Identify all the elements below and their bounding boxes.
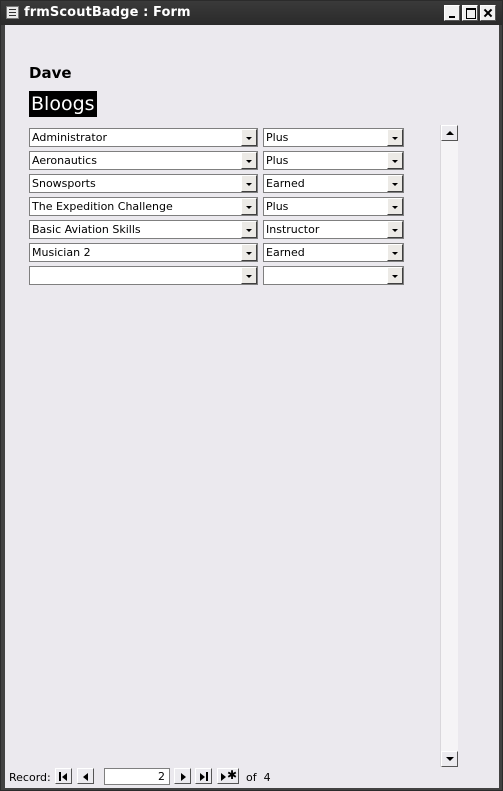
close-button[interactable] bbox=[480, 5, 496, 21]
previous-record-icon bbox=[83, 773, 88, 781]
level-combo[interactable]: Earned bbox=[263, 243, 404, 262]
dropdown-arrow-icon[interactable] bbox=[387, 244, 403, 261]
new-record-icon bbox=[221, 773, 226, 781]
next-record-icon bbox=[181, 773, 186, 781]
level-combo[interactable]: Earned bbox=[263, 174, 404, 193]
form-body: Dave Bloogs Administrator Plus Aeronauti… bbox=[5, 25, 499, 788]
level-combo[interactable]: Plus bbox=[263, 151, 404, 170]
minimize-button[interactable] bbox=[444, 5, 460, 21]
scroll-up-icon[interactable] bbox=[441, 125, 458, 141]
title-bar: frmScoutBadge : Form bbox=[1, 1, 502, 25]
level-value: Plus bbox=[266, 200, 289, 213]
maximize-button[interactable] bbox=[462, 5, 478, 21]
record-navigation: Record: 2 ✱ of 4 bbox=[5, 767, 499, 788]
new-badge-combo[interactable] bbox=[29, 266, 258, 285]
last-record-button[interactable] bbox=[195, 768, 212, 784]
badge-combo[interactable]: The Expedition Challenge bbox=[29, 197, 258, 216]
new-record-button[interactable]: ✱ bbox=[217, 768, 239, 784]
dropdown-arrow-icon[interactable] bbox=[387, 129, 403, 146]
previous-record-button[interactable] bbox=[77, 768, 94, 784]
dropdown-arrow-icon[interactable] bbox=[387, 267, 403, 284]
first-record-icon bbox=[59, 772, 61, 781]
window-title: frmScoutBadge : Form bbox=[24, 5, 191, 20]
scroll-track[interactable] bbox=[441, 141, 458, 751]
record-count: of 4 bbox=[246, 771, 271, 784]
level-combo[interactable]: Plus bbox=[263, 197, 404, 216]
badge-combo[interactable]: Musician 2 bbox=[29, 243, 258, 262]
badge-combo[interactable]: Snowsports bbox=[29, 174, 258, 193]
last-record-icon bbox=[200, 773, 205, 781]
level-value: Earned bbox=[266, 177, 305, 190]
badge-value: Administrator bbox=[32, 131, 107, 144]
badge-value: Snowsports bbox=[32, 177, 96, 190]
badge-value: Musician 2 bbox=[32, 246, 91, 259]
level-value: Instructor bbox=[266, 223, 320, 236]
dropdown-arrow-icon[interactable] bbox=[241, 198, 257, 215]
dropdown-arrow-icon[interactable] bbox=[241, 175, 257, 192]
last-name-field[interactable]: Bloogs bbox=[29, 91, 97, 117]
first-name-field[interactable]: Dave bbox=[29, 64, 72, 82]
dropdown-arrow-icon[interactable] bbox=[387, 152, 403, 169]
badge-value: Aeronautics bbox=[32, 154, 97, 167]
dropdown-arrow-icon[interactable] bbox=[387, 175, 403, 192]
badge-combo[interactable]: Basic Aviation Skills bbox=[29, 220, 258, 239]
dropdown-arrow-icon[interactable] bbox=[241, 152, 257, 169]
scroll-down-icon[interactable] bbox=[441, 751, 458, 767]
dropdown-arrow-icon[interactable] bbox=[241, 267, 257, 284]
level-value: Earned bbox=[266, 246, 305, 259]
first-record-button[interactable] bbox=[55, 768, 72, 784]
vertical-scrollbar[interactable] bbox=[440, 125, 458, 767]
next-record-button[interactable] bbox=[174, 768, 191, 784]
dropdown-arrow-icon[interactable] bbox=[387, 198, 403, 215]
dropdown-arrow-icon[interactable] bbox=[241, 221, 257, 238]
badge-value: Basic Aviation Skills bbox=[32, 223, 141, 236]
record-number-value: 2 bbox=[158, 770, 165, 783]
form-window: frmScoutBadge : Form Dave Bloogs Adminis… bbox=[0, 0, 503, 791]
record-number-input[interactable]: 2 bbox=[104, 768, 170, 785]
level-combo[interactable]: Instructor bbox=[263, 220, 404, 239]
badge-combo[interactable]: Aeronautics bbox=[29, 151, 258, 170]
badge-value: The Expedition Challenge bbox=[32, 200, 173, 213]
record-label: Record: bbox=[9, 771, 51, 784]
badge-combo[interactable]: Administrator bbox=[29, 128, 258, 147]
new-level-combo[interactable] bbox=[263, 266, 404, 285]
form-icon[interactable] bbox=[6, 6, 19, 19]
level-value: Plus bbox=[266, 154, 289, 167]
level-combo[interactable]: Plus bbox=[263, 128, 404, 147]
dropdown-arrow-icon[interactable] bbox=[241, 244, 257, 261]
level-value: Plus bbox=[266, 131, 289, 144]
dropdown-arrow-icon[interactable] bbox=[387, 221, 403, 238]
dropdown-arrow-icon[interactable] bbox=[241, 129, 257, 146]
